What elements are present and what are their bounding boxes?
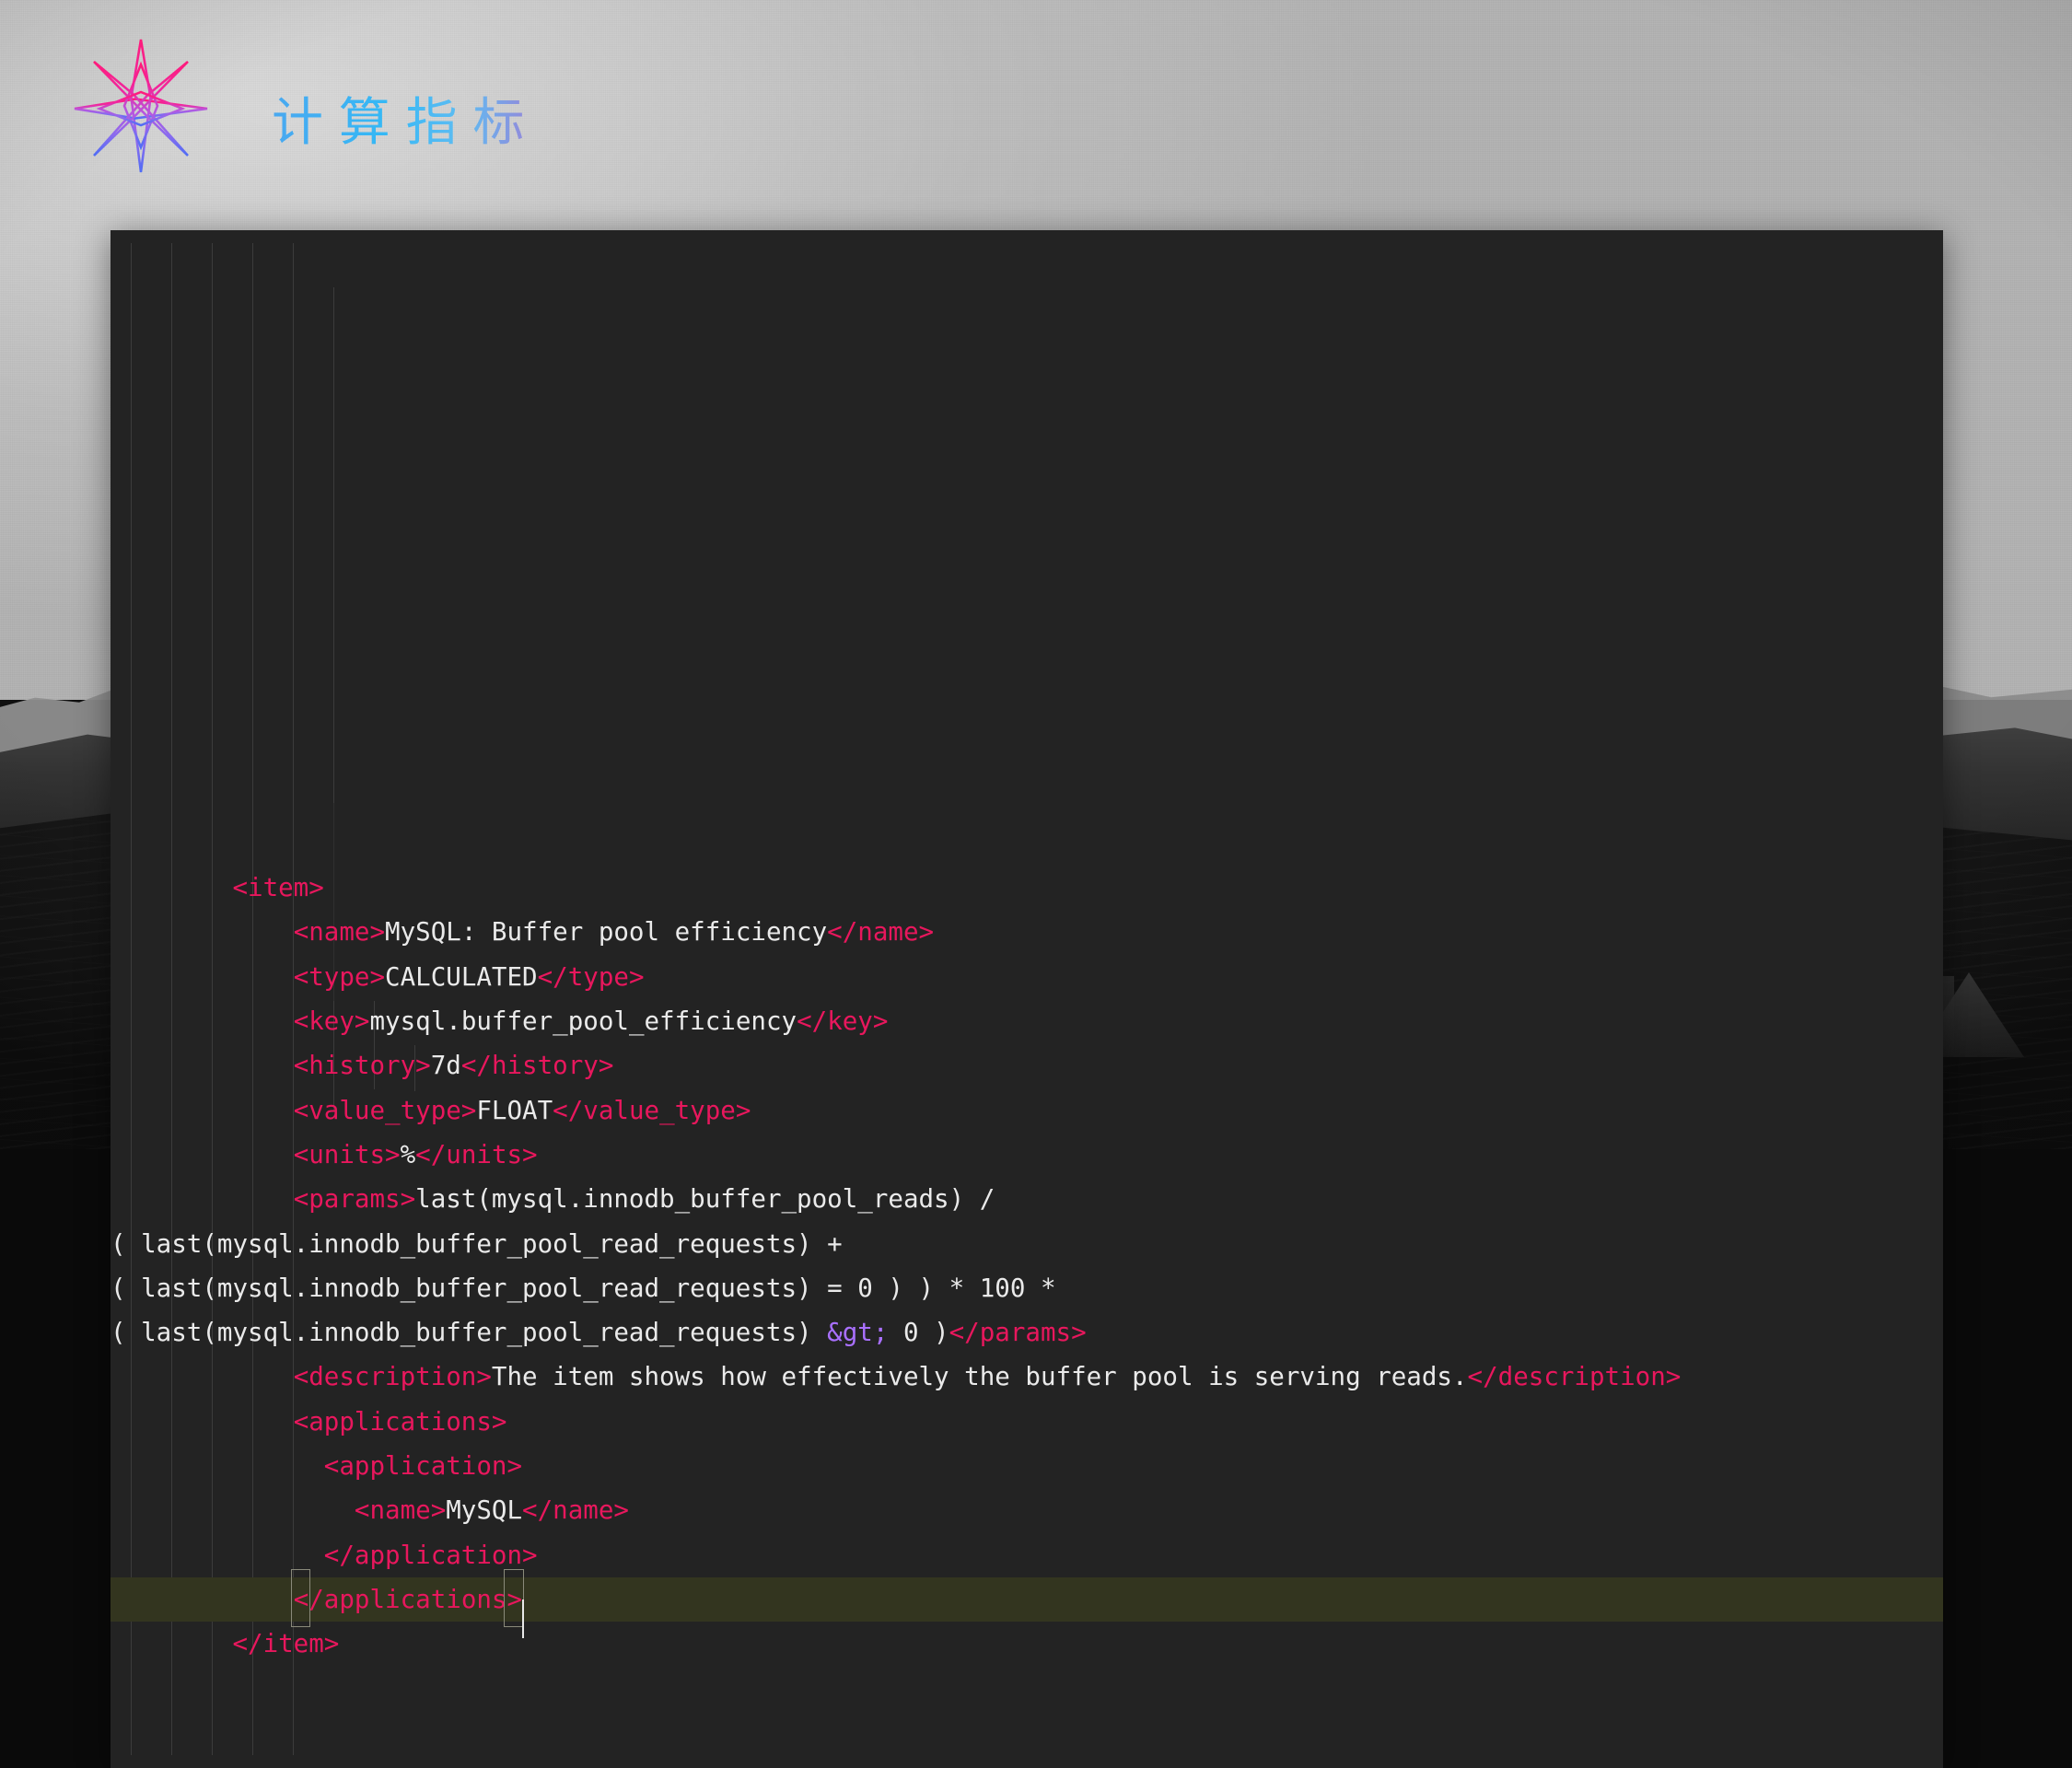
code-token-text: ( last(mysql.innodb_buffer_pool_read_req… — [111, 1318, 828, 1348]
code-line[interactable]: <description>The item shows how effectiv… — [111, 1355, 1943, 1399]
code-token-text: The item shows how effectively the buffe… — [491, 1362, 1468, 1392]
code-line[interactable]: <item> — [111, 866, 1943, 910]
code-line[interactable]: </applications> — [111, 1568, 1943, 1638]
code-line[interactable]: <application> — [111, 1444, 1943, 1488]
code-token-text: ( last(mysql.innodb_buffer_pool_read_req… — [111, 1228, 843, 1259]
code-token-tag: </params> — [949, 1318, 1087, 1348]
code-token-tag: <params> — [293, 1184, 416, 1215]
code-token-text: CALCULATED — [385, 961, 538, 992]
code-token-tag: <applications> — [293, 1406, 507, 1436]
code-line[interactable]: </item> — [111, 1622, 1943, 1666]
code-token-tag: </description> — [1467, 1362, 1682, 1392]
code-editor-content[interactable]: <item> <name>MySQL: Buffer pool efficien… — [111, 243, 1943, 1756]
code-token-text: MySQL — [446, 1495, 523, 1526]
code-token-tag: </name> — [827, 917, 935, 948]
code-token-tag: </key> — [797, 1006, 889, 1037]
code-line[interactable]: </application> — [111, 1533, 1943, 1577]
code-token-text: FLOAT — [476, 1095, 553, 1125]
code-line[interactable]: <key>mysql.buffer_pool_efficiency</key> — [111, 999, 1943, 1043]
code-token-tag: <value_type> — [293, 1095, 477, 1125]
code-token-tag: </units> — [415, 1139, 538, 1169]
code-token-text: % — [400, 1139, 416, 1169]
code-line[interactable]: <name>MySQL: Buffer pool efficiency</nam… — [111, 910, 1943, 954]
code-line[interactable]: <history>7d</history> — [111, 1043, 1943, 1088]
code-line[interactable]: ( last(mysql.innodb_buffer_pool_read_req… — [111, 1222, 1943, 1266]
slide-header: 计算指标 — [0, 0, 2072, 221]
bracket-match-open: < — [290, 1568, 310, 1628]
code-token-text: 7d — [430, 1051, 461, 1081]
code-token-text: mysql.buffer_pool_efficiency — [369, 1006, 797, 1037]
code-token-tag: <name> — [293, 917, 386, 948]
code-token-tag: </application> — [323, 1540, 538, 1570]
code-lines[interactable]: <item> <name>MySQL: Buffer pool efficien… — [111, 866, 1943, 1666]
code-token-tag: <type> — [293, 961, 386, 992]
code-line[interactable]: ( last(mysql.innodb_buffer_pool_read_req… — [111, 1310, 1943, 1355]
code-line[interactable]: ( last(mysql.innodb_buffer_pool_read_req… — [111, 1266, 1943, 1310]
code-token-tag: <key> — [293, 1006, 370, 1037]
code-line[interactable]: <value_type>FLOAT</value_type> — [111, 1088, 1943, 1133]
code-token-tag: <application> — [323, 1451, 523, 1482]
code-token-text: MySQL: Buffer pool efficiency — [385, 917, 828, 948]
code-token-tag: </value_type> — [553, 1095, 751, 1125]
code-token-tag: <units> — [293, 1139, 401, 1169]
eight-point-star-icon — [72, 37, 210, 175]
code-token-tag: </history> — [460, 1051, 614, 1081]
code-token-tag: <item> — [232, 873, 324, 903]
code-token-text: 0 ) — [888, 1318, 949, 1348]
code-token-entity: &gt; — [827, 1318, 889, 1348]
code-line[interactable]: <name>MySQL</name> — [111, 1488, 1943, 1532]
code-token-tag: </type> — [537, 961, 645, 992]
code-line[interactable]: <units>%</units> — [111, 1133, 1943, 1177]
page-title: 计算指标 — [272, 81, 540, 156]
code-token-tag: </name> — [522, 1495, 629, 1526]
bracket-match-close: > — [504, 1568, 524, 1628]
code-token-text: last(mysql.innodb_buffer_pool_reads) / — [415, 1184, 995, 1215]
code-token-tag: </item> — [232, 1629, 340, 1659]
code-line[interactable]: <type>CALCULATED</type> — [111, 955, 1943, 999]
code-token-tag: <history> — [293, 1051, 431, 1081]
code-token-tag: <name> — [354, 1495, 447, 1526]
code-token-tag: <description> — [293, 1362, 492, 1392]
code-line[interactable]: <applications> — [111, 1400, 1943, 1444]
indent-guide — [333, 287, 334, 803]
code-token-text: ( last(mysql.innodb_buffer_pool_read_req… — [111, 1273, 1056, 1303]
code-token-tag: /applications — [308, 1584, 507, 1614]
code-line[interactable]: <params>last(mysql.innodb_buffer_pool_re… — [111, 1177, 1943, 1221]
code-block-panel[interactable]: <item> <name>MySQL: Buffer pool efficien… — [111, 230, 1943, 1768]
